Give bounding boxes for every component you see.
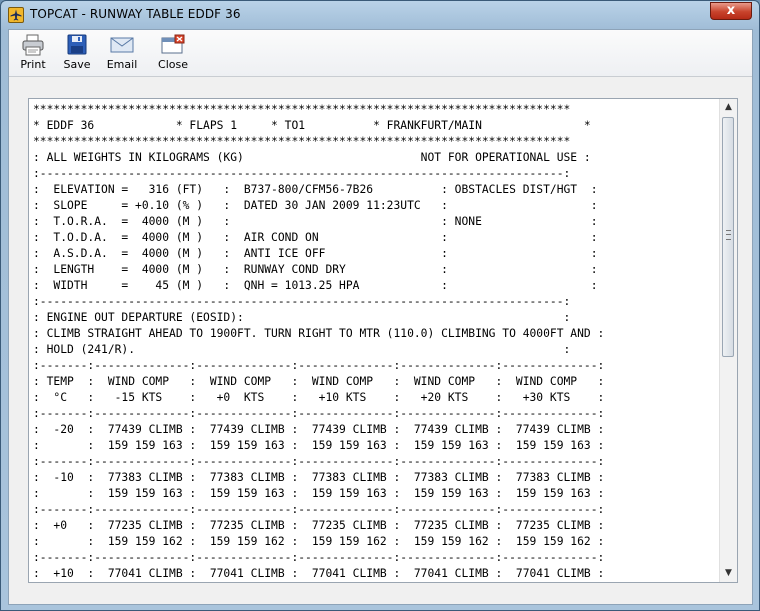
report-line: ****************************************…: [33, 103, 571, 116]
report-line: : : 159 159 163 : 159 159 163 : 159 159 …: [33, 439, 605, 452]
save-button[interactable]: Save: [61, 32, 93, 74]
printer-icon: [21, 34, 45, 56]
report-text-area[interactable]: ****************************************…: [33, 99, 721, 582]
report-line: :-------:--------------:--------------:-…: [33, 359, 605, 372]
report-line: : CLIMB STRAIGHT AHEAD TO 1900FT. TURN R…: [33, 327, 605, 340]
runway-table-window: TOPCAT - RUNWAY TABLE EDDF 36 x Print Sa…: [0, 0, 760, 611]
toolbar: Print Save Email Close: [9, 30, 752, 77]
report-line: : °C : -15 KTS : +0 KTS : +10 KTS : +20 …: [33, 391, 605, 404]
runway-table-report: ****************************************…: [33, 99, 721, 582]
report-line: : A.S.D.A. = 4000 (M ) : ANTI ICE OFF : …: [33, 247, 598, 260]
report-line: :-------:--------------:--------------:-…: [33, 503, 605, 516]
report-line: : HOLD (241/R). :: [33, 343, 571, 356]
report-line: : ALL WEIGHTS IN KILOGRAMS (KG) NOT FOR …: [33, 151, 591, 164]
report-line: :---------------------------------------…: [33, 295, 571, 308]
report-line: : +10 : 77041 CLIMB : 77041 CLIMB : 7704…: [33, 567, 605, 580]
report-line: ****************************************…: [33, 135, 571, 148]
report-line: : T.O.R.A. = 4000 (M ) : : NONE :: [33, 215, 598, 228]
report-line: : ELEVATION = 316 (FT) : B737-800/CFM56-…: [33, 183, 598, 196]
email-button[interactable]: Email: [104, 32, 140, 74]
report-line: : SLOPE = +0.10 (% ) : DATED 30 JAN 2009…: [33, 199, 598, 212]
print-label: Print: [20, 58, 46, 71]
report-line: : ENGINE OUT DEPARTURE (EOSID): :: [33, 311, 571, 324]
report-line: :-------:--------------:--------------:-…: [33, 455, 605, 468]
save-label: Save: [63, 58, 91, 71]
print-button[interactable]: Print: [17, 32, 49, 74]
close-window-icon: [161, 34, 185, 56]
report-line: : -20 : 77439 CLIMB : 77439 CLIMB : 7743…: [33, 423, 605, 436]
title-bar[interactable]: TOPCAT - RUNWAY TABLE EDDF 36 x: [1, 1, 759, 29]
status-bar: [9, 590, 752, 604]
airplane-icon: [8, 7, 24, 23]
window-close-button[interactable]: x: [710, 2, 752, 20]
window-title: TOPCAT - RUNWAY TABLE EDDF 36: [30, 7, 241, 21]
scrollbar-thumb[interactable]: [722, 117, 734, 357]
report-line: : LENGTH = 4000 (M ) : RUNWAY COND DRY :…: [33, 263, 598, 276]
report-line: * EDDF 36 * FLAPS 1 * TO1 * FRANKFURT/MA…: [33, 119, 591, 132]
report-line: : -10 : 77383 CLIMB : 77383 CLIMB : 7738…: [33, 471, 605, 484]
scroll-up-icon[interactable]: ▲: [720, 99, 737, 116]
close-label: Close: [158, 58, 188, 71]
report-line: :-------:--------------:--------------:-…: [33, 407, 605, 420]
scroll-down-icon[interactable]: ▼: [720, 565, 737, 582]
report-line: : WIDTH = 45 (M ) : QNH = 1013.25 HPA : …: [33, 279, 598, 292]
email-label: Email: [106, 58, 138, 71]
close-button[interactable]: Close: [155, 32, 191, 74]
floppy-disk-icon: [65, 34, 89, 56]
grip-icon: [726, 230, 731, 240]
report-line: : TEMP : WIND COMP : WIND COMP : WIND CO…: [33, 375, 605, 388]
report-line: : : 159 159 163 : 159 159 163 : 159 159 …: [33, 487, 605, 500]
client-area: Print Save Email Close *****************…: [8, 29, 753, 605]
report-line: : : 159 159 162 : 159 159 162 : 159 159 …: [33, 535, 605, 548]
report-line: :-------:--------------:--------------:-…: [33, 551, 605, 564]
report-line: : +0 : 77235 CLIMB : 77235 CLIMB : 77235…: [33, 519, 605, 532]
report-line: : T.O.D.A. = 4000 (M ) : AIR COND ON : :: [33, 231, 598, 244]
envelope-icon: [110, 34, 134, 56]
report-pane[interactable]: ****************************************…: [28, 98, 738, 583]
vertical-scrollbar[interactable]: ▲ ▼: [719, 99, 737, 582]
report-line: :---------------------------------------…: [33, 167, 571, 180]
